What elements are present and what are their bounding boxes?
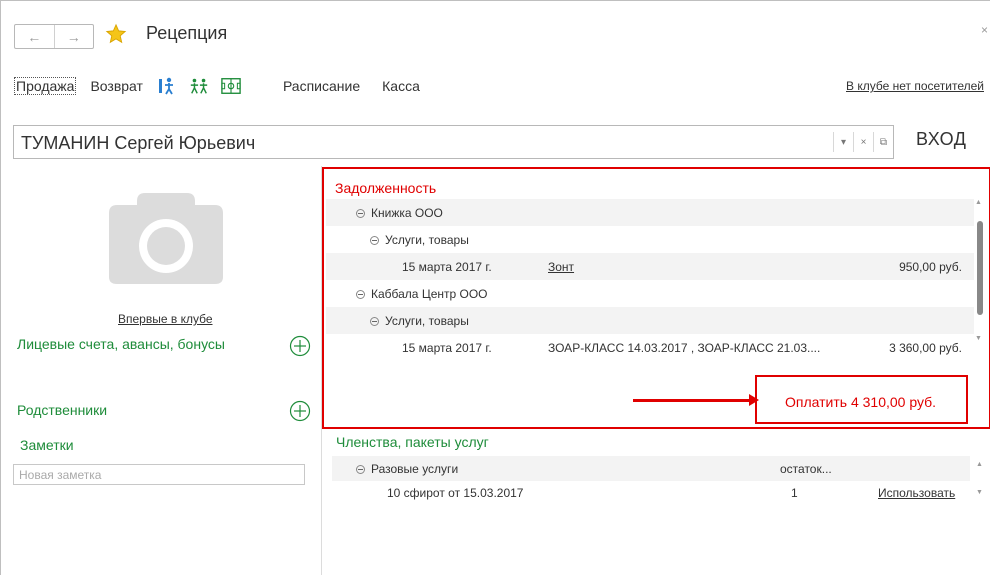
debt-date: 15 марта 2017 г. [402, 341, 492, 355]
arrow-annotation [633, 399, 754, 402]
nav-buttons: ← → [14, 24, 94, 49]
visitors-status-link[interactable]: В клубе нет посетителей [846, 79, 984, 93]
debt-group-row[interactable]: Каббала Центр ООО [326, 280, 974, 307]
add-relative-icon[interactable] [289, 400, 311, 422]
clear-icon[interactable]: × [853, 132, 873, 152]
pay-label: Оплатить 4 310,00 руб. [785, 394, 937, 410]
debt-title: Задолженность [335, 180, 437, 196]
sale-button[interactable]: Продажа [14, 77, 77, 95]
reception-window: ← → Рецепция × Продажа Возврат Расписани… [0, 0, 990, 575]
memberships-group-row[interactable]: Разовые услуги остаток... [332, 456, 970, 481]
debt-sum: 950,00 руб. [899, 260, 962, 274]
debt-subgroup-row[interactable]: Услуги, товары [326, 226, 974, 253]
debt-item-row[interactable]: 15 марта 2017 г. Зонт 950,00 руб. [326, 253, 974, 280]
client-name: ТУМАНИН Сергей Юрьевич [21, 133, 256, 153]
debt-item-link[interactable]: Зонт [548, 260, 574, 274]
return-button[interactable]: Возврат [90, 78, 143, 94]
debt-scrollbar[interactable]: ▲ ▼ [974, 199, 984, 344]
toolbar: Продажа Возврат Расписание Касса [14, 75, 434, 97]
dropdown-icon[interactable]: ▾ [833, 132, 853, 152]
first-visit-link[interactable]: Впервые в клубе [118, 312, 213, 326]
scroll-thumb[interactable] [977, 221, 983, 315]
debt-sum: 3 360,00 руб. [889, 341, 962, 355]
cash-button[interactable]: Касса [382, 78, 420, 94]
camera-icon[interactable] [107, 191, 225, 286]
debt-group-label: Каббала Центр ООО [371, 287, 488, 301]
debt-group-row[interactable]: Книжка ООО [326, 199, 974, 226]
debt-subgroup-row[interactable]: Услуги, товары [326, 307, 974, 334]
memberships-group-label: Разовые услуги [371, 462, 459, 476]
relatives-title: Родственники [17, 402, 108, 418]
scroll-down-icon[interactable]: ▼ [975, 335, 982, 342]
person-arrow-icon[interactable] [157, 76, 177, 96]
favorite-star-icon[interactable] [105, 23, 127, 45]
membership-qty: 1 [791, 486, 798, 500]
collapse-icon[interactable] [370, 316, 379, 326]
collapse-icon[interactable] [370, 235, 379, 245]
collapse-icon[interactable] [356, 464, 365, 474]
accounts-title: Лицевые счета, авансы, бонусы [17, 336, 225, 352]
add-account-icon[interactable] [289, 335, 311, 357]
notes-title: Заметки [20, 437, 74, 453]
debt-item: ЗОАР-КЛАСС 14.03.2017 , ЗОАР-КЛАСС 21.03… [548, 341, 821, 355]
scroll-up-icon[interactable]: ▲ [976, 461, 983, 468]
memberships-title: Членства, пакеты услуг [336, 434, 489, 450]
debt-date: 15 марта 2017 г. [402, 260, 492, 274]
pay-button[interactable]: Оплатить 4 310,00 руб. [755, 375, 968, 424]
membership-name: 10 сфирот от 15.03.2017 [387, 486, 524, 500]
close-icon[interactable]: × [981, 23, 988, 37]
schedule-button[interactable]: Расписание [283, 78, 360, 94]
open-icon[interactable]: ⧉ [873, 132, 893, 152]
new-note-input[interactable]: Новая заметка [13, 464, 305, 485]
debt-subgroup-label: Услуги, товары [385, 314, 469, 328]
collapse-icon[interactable] [356, 289, 365, 299]
client-field-buttons: ▾ × ⧉ [833, 132, 893, 152]
rest-column-header[interactable]: остаток... [780, 462, 832, 476]
forward-button[interactable]: → [55, 25, 94, 48]
debt-panel: Задолженность Книжка ООО Услуги, товары … [322, 167, 990, 429]
window-title: Рецепция [146, 23, 228, 43]
scroll-down-icon[interactable]: ▼ [976, 489, 983, 496]
debt-item-row[interactable]: 15 марта 2017 г. ЗОАР-КЛАСС 14.03.2017 ,… [326, 334, 974, 361]
hall-layout-icon[interactable] [221, 76, 241, 96]
client-field[interactable]: ТУМАНИН Сергей Юрьевич ▾ × ⧉ [13, 125, 894, 159]
back-button[interactable]: ← [15, 25, 55, 48]
people-icon[interactable] [189, 76, 209, 96]
use-link[interactable]: Использовать [878, 486, 955, 500]
collapse-icon[interactable] [356, 208, 365, 218]
entry-button[interactable]: ВХОД [916, 129, 966, 150]
debt-group-label: Книжка ООО [371, 206, 443, 220]
membership-row[interactable]: 10 сфирот от 15.03.2017 1 Использовать [332, 481, 970, 506]
debt-subgroup-label: Услуги, товары [385, 233, 469, 247]
scroll-up-icon[interactable]: ▲ [975, 199, 982, 206]
